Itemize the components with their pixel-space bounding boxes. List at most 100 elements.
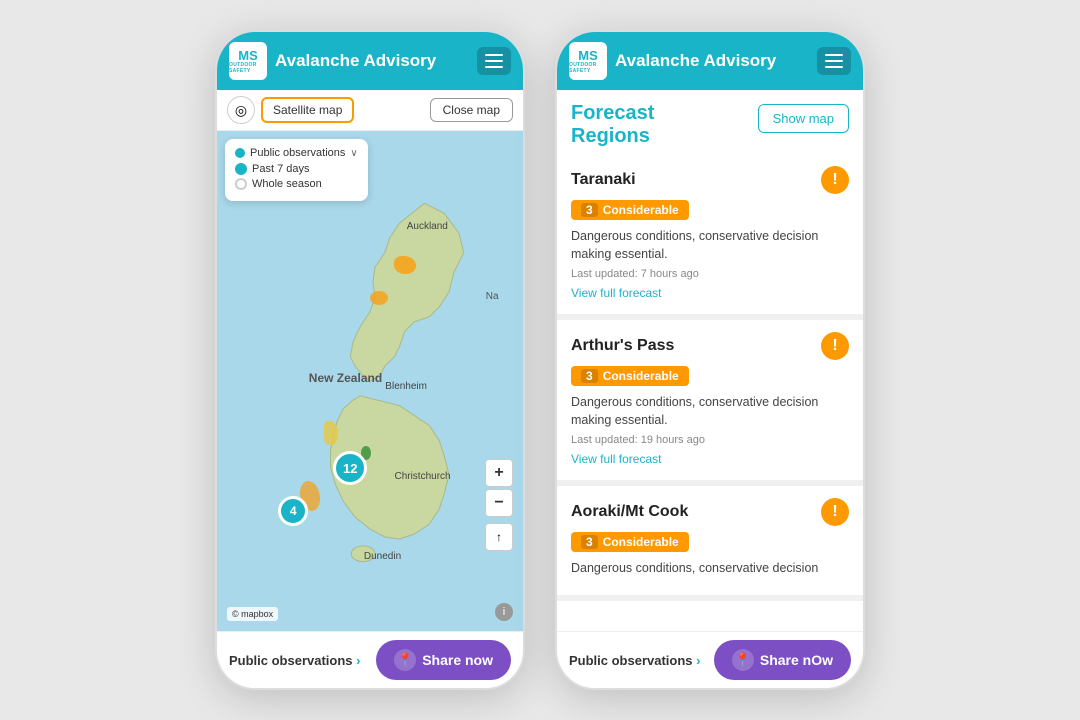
mapbox-logo: © mapbox (227, 607, 278, 621)
filter-whole-season-label: Whole season (252, 178, 322, 190)
auckland-label: Auckland (407, 221, 448, 232)
arrow-icon: › (356, 653, 360, 668)
warning-icon-aoraki: ! (821, 498, 849, 526)
filter-past7-label: Past 7 days (252, 163, 309, 175)
public-obs-link[interactable]: Public observations › (229, 653, 361, 668)
phone2-header: MS OUTDOOR SAFETY Avalanche Advisory (557, 32, 863, 90)
badge-label-taranaki: Considerable (603, 203, 679, 217)
logo-text: MS (229, 49, 267, 62)
zoom-in-button[interactable]: + (485, 459, 513, 487)
map-area[interactable]: Public observations ∨ Past 7 days Whole … (217, 131, 523, 631)
view-forecast-link-taranaki[interactable]: View full forecast (571, 286, 662, 300)
obs-dot (235, 148, 245, 158)
card-desc-arthurs: Dangerous conditions, conservative decis… (571, 394, 849, 429)
arrow-icon2: › (696, 653, 700, 668)
share-icon: 📍 (394, 649, 416, 671)
share-now-button2[interactable]: 📍 Share nOw (714, 640, 851, 680)
filter-public-label: Public observations (250, 147, 345, 159)
forecast-card-arthurs-pass: Arthur's Pass ! 3 Considerable Dangerous… (557, 320, 863, 486)
logo-sub: OUTDOOR SAFETY (229, 62, 267, 74)
share-now-label2: Share nOw (760, 652, 833, 668)
region-name-arthurs: Arthur's Pass (571, 337, 674, 355)
location-icon: ◎ (235, 102, 247, 119)
menu-button2[interactable] (817, 47, 851, 75)
radio-whole-season (235, 178, 247, 190)
badge-num-arthurs: 3 (581, 369, 598, 383)
menu2-line2 (825, 60, 843, 62)
phone-list: MS OUTDOOR SAFETY Avalanche Advisory For… (555, 30, 865, 690)
orange-blob-2 (370, 291, 388, 305)
map-toolbar: ◎ Satellite map Close map (217, 90, 523, 131)
filter-whole-season[interactable]: Whole season (235, 178, 358, 190)
badge-label-arthurs: Considerable (603, 369, 679, 383)
close-map-button[interactable]: Close map (430, 98, 513, 122)
danger-badge-aoraki: 3 Considerable (571, 532, 689, 552)
region-name-taranaki: Taranaki (571, 171, 636, 189)
exclamation-icon2: ! (832, 337, 837, 355)
map-background: Public observations ∨ Past 7 days Whole … (217, 131, 523, 631)
share-now-label: Share now (422, 652, 493, 668)
public-obs-text: Public observations (229, 653, 353, 668)
nz-label: New Zealand (309, 371, 382, 385)
exclamation-icon: ! (832, 171, 837, 189)
forecast-regions-title: ForecastRegions (571, 102, 654, 148)
card-desc-taranaki: Dangerous conditions, conservative decis… (571, 228, 849, 263)
orange-blob-1 (394, 256, 416, 274)
info-icon[interactable]: i (495, 603, 513, 621)
share-now-button[interactable]: 📍 Share now (376, 640, 511, 680)
card-header-arthurs: Arthur's Pass ! (571, 332, 849, 360)
logo-text2: MS (569, 49, 607, 62)
menu-line3 (485, 66, 503, 68)
card-desc-aoraki: Dangerous conditions, conservative decis… (571, 560, 849, 578)
cluster-4[interactable]: 4 (278, 496, 308, 526)
page-title: Avalanche Advisory (275, 51, 469, 71)
logo2: MS OUTDOOR SAFETY (569, 42, 607, 80)
menu2-line1 (825, 54, 843, 56)
blenheim-label: Blenheim (385, 381, 427, 392)
forecast-card-aoraki: Aoraki/Mt Cook ! 3 Considerable Dangerou… (557, 486, 863, 601)
map-filter-panel: Public observations ∨ Past 7 days Whole … (225, 139, 368, 201)
dunedin-label: Dunedin (364, 551, 401, 562)
danger-badge-taranaki: 3 Considerable (571, 200, 689, 220)
yellow-blob (324, 421, 338, 445)
radio-past7 (235, 163, 247, 175)
page-title2: Avalanche Advisory (615, 51, 809, 71)
satellite-map-button[interactable]: Satellite map (261, 97, 354, 123)
badge-label-aoraki: Considerable (603, 535, 679, 549)
view-forecast-link-arthurs[interactable]: View full forecast (571, 452, 662, 466)
warning-icon-arthurs: ! (821, 332, 849, 360)
phone2-footer: Public observations › 📍 Share nOw (557, 631, 863, 688)
exclamation-icon3: ! (832, 503, 837, 521)
phone-map: MS OUTDOOR SAFETY Avalanche Advisory ◎ S… (215, 30, 525, 690)
warning-icon-taranaki: ! (821, 166, 849, 194)
public-obs-link2[interactable]: Public observations › (569, 653, 701, 668)
logo: MS OUTDOOR SAFETY (229, 42, 267, 80)
logo-sub2: OUTDOOR SAFETY (569, 62, 607, 74)
show-map-button[interactable]: Show map (758, 104, 849, 133)
region-name-aoraki: Aoraki/Mt Cook (571, 503, 688, 521)
compass-button[interactable]: ↑ (485, 523, 513, 551)
share-icon2: 📍 (732, 649, 754, 671)
phone1-footer: Public observations › 📍 Share now (217, 631, 523, 688)
filter-past7[interactable]: Past 7 days (235, 163, 358, 175)
badge-num-taranaki: 3 (581, 203, 598, 217)
badge-num-aoraki: 3 (581, 535, 598, 549)
zoom-out-button[interactable]: − (485, 489, 513, 517)
phone1-header: MS OUTDOOR SAFETY Avalanche Advisory (217, 32, 523, 90)
filter-public-obs[interactable]: Public observations ∨ (235, 147, 358, 159)
menu-button[interactable] (477, 47, 511, 75)
forecast-list: Taranaki ! 3 Considerable Dangerous cond… (557, 154, 863, 631)
phones-container: MS OUTDOOR SAFETY Avalanche Advisory ◎ S… (215, 30, 865, 690)
card-header-taranaki: Taranaki ! (571, 166, 849, 194)
menu-line2 (485, 60, 503, 62)
danger-badge-arthurs: 3 Considerable (571, 366, 689, 386)
forecast-card-taranaki: Taranaki ! 3 Considerable Dangerous cond… (557, 154, 863, 320)
card-updated-arthurs: Last updated: 19 hours ago (571, 434, 849, 446)
location-button[interactable]: ◎ (227, 96, 255, 124)
card-header-aoraki: Aoraki/Mt Cook ! (571, 498, 849, 526)
card-updated-taranaki: Last updated: 7 hours ago (571, 268, 849, 280)
menu2-line3 (825, 66, 843, 68)
christchurch-label: Christchurch (394, 471, 450, 482)
chevron-down-icon: ∨ (350, 148, 357, 159)
list-header: ForecastRegions Show map (557, 90, 863, 154)
